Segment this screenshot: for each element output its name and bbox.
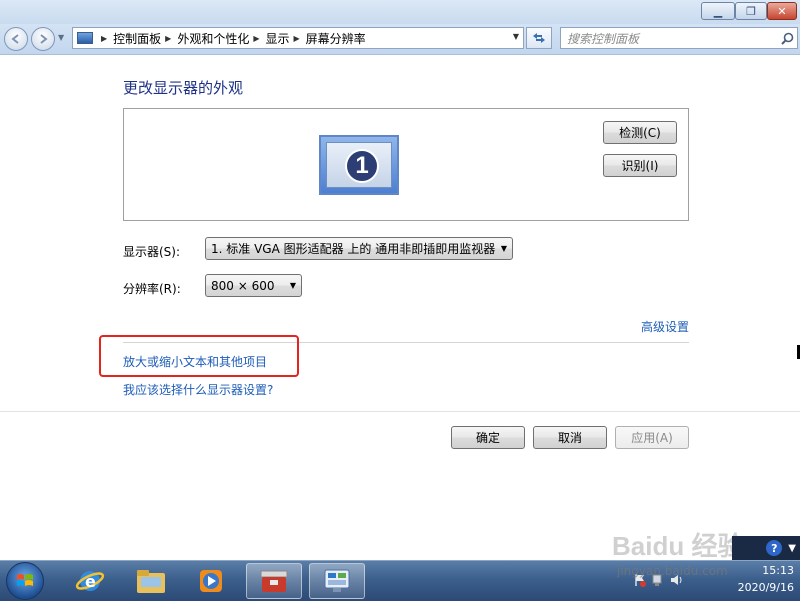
media-player-icon bbox=[200, 570, 222, 592]
search-input[interactable]: 搜索控制面板 bbox=[567, 30, 777, 47]
monitor-screen: 1 bbox=[326, 142, 392, 188]
control-panel-icon bbox=[324, 569, 350, 592]
chevron-right-icon[interactable]: ▶ bbox=[101, 34, 107, 43]
search-icon[interactable] bbox=[777, 32, 797, 45]
toolbox-icon bbox=[260, 570, 288, 592]
chevron-right-icon[interactable]: ▶ bbox=[253, 34, 259, 43]
forward-button[interactable] bbox=[31, 27, 55, 51]
arrow-left-icon bbox=[11, 34, 19, 44]
resolution-label: 分辨率(R): bbox=[123, 282, 181, 296]
taskbar-control-panel-window[interactable] bbox=[309, 563, 365, 599]
chevron-right-icon[interactable]: ▶ bbox=[294, 34, 300, 43]
detect-button[interactable]: 检测(C) bbox=[603, 121, 677, 144]
resolution-select-value: 800 × 600 bbox=[211, 278, 275, 293]
breadcrumb-screen-resolution[interactable]: 屏幕分辨率 bbox=[306, 30, 366, 47]
cancel-button[interactable]: 取消 bbox=[533, 426, 607, 449]
taskbar-toolbox-window[interactable] bbox=[246, 563, 302, 599]
close-button[interactable]: ✕ bbox=[767, 2, 797, 20]
start-button[interactable] bbox=[6, 562, 44, 600]
chevron-down-icon[interactable]: ▼ bbox=[788, 543, 796, 554]
folder-icon bbox=[137, 570, 165, 593]
back-button[interactable] bbox=[4, 27, 28, 51]
arrow-right-icon bbox=[40, 34, 48, 44]
advanced-settings-link[interactable]: 高级设置 bbox=[641, 318, 689, 335]
title-bar: ▁ ❐ ✕ bbox=[0, 0, 800, 24]
breadcrumb-display[interactable]: 显示 bbox=[266, 30, 290, 47]
footer-divider bbox=[0, 411, 800, 412]
display-label: 显示器(S): bbox=[123, 245, 181, 259]
display-select-value: 1. 标准 VGA 图形适配器 上的 通用非即插即用监视器 bbox=[211, 242, 496, 256]
breadcrumb-control-panel[interactable]: 控制面板 bbox=[113, 30, 161, 47]
control-panel-icon bbox=[77, 32, 93, 44]
svg-text:e: e bbox=[85, 572, 96, 591]
windows-logo-icon bbox=[17, 574, 33, 586]
taskbar-clock[interactable]: 15:13 2020/9/16 bbox=[704, 562, 794, 596]
page-title: 更改显示器的外观 bbox=[123, 79, 244, 97]
display-settings-help-link[interactable]: 我应该选择什么显示器设置? bbox=[123, 381, 273, 398]
breadcrumb-appearance[interactable]: 外观和个性化 bbox=[177, 30, 249, 47]
recent-pages-dropdown[interactable]: ▼ bbox=[58, 33, 64, 42]
ok-button[interactable]: 确定 bbox=[451, 426, 525, 449]
chevron-down-icon: ▼ bbox=[289, 281, 296, 290]
watermark-text: Baidu 经验 bbox=[612, 531, 744, 561]
help-widget[interactable]: ? ▼ bbox=[732, 536, 800, 560]
identify-button[interactable]: 识别(I) bbox=[603, 154, 677, 177]
chevron-down-icon: ▼ bbox=[500, 244, 507, 253]
taskbar-ie[interactable]: e bbox=[62, 563, 118, 599]
address-dropdown-icon[interactable]: ▼ bbox=[513, 32, 519, 41]
clock-date: 2020/9/16 bbox=[737, 581, 794, 594]
navigation-bar: ▼ ▶ 控制面板 ▶ 外观和个性化 ▶ 显示 ▶ 屏幕分辨率 ▼ 搜索控制面板 bbox=[0, 24, 800, 55]
address-bar[interactable]: ▶ 控制面板 ▶ 外观和个性化 ▶ 显示 ▶ 屏幕分辨率 ▼ bbox=[72, 27, 524, 49]
resolution-select[interactable]: 800 × 600 ▼ bbox=[205, 274, 302, 297]
internet-explorer-icon: e bbox=[75, 571, 105, 591]
display-select[interactable]: 1. 标准 VGA 图形适配器 上的 通用非即插即用监视器 ▼ bbox=[205, 237, 513, 260]
clock-time: 15:13 bbox=[762, 564, 794, 577]
monitor-thumbnail[interactable]: 1 bbox=[319, 135, 399, 195]
taskbar-explorer[interactable] bbox=[123, 563, 179, 599]
search-box[interactable]: 搜索控制面板 bbox=[560, 27, 798, 49]
highlight-box bbox=[99, 335, 299, 377]
help-icon[interactable]: ? bbox=[766, 540, 783, 556]
apply-button[interactable]: 应用(A) bbox=[615, 426, 689, 449]
minimize-button[interactable]: ▁ bbox=[701, 2, 735, 20]
chevron-right-icon[interactable]: ▶ bbox=[165, 34, 171, 43]
taskbar-media-player[interactable] bbox=[183, 563, 239, 599]
refresh-button[interactable] bbox=[526, 27, 552, 49]
monitor-number-badge: 1 bbox=[345, 149, 379, 183]
maximize-button[interactable]: ❐ bbox=[735, 2, 767, 20]
refresh-icon bbox=[533, 33, 545, 43]
